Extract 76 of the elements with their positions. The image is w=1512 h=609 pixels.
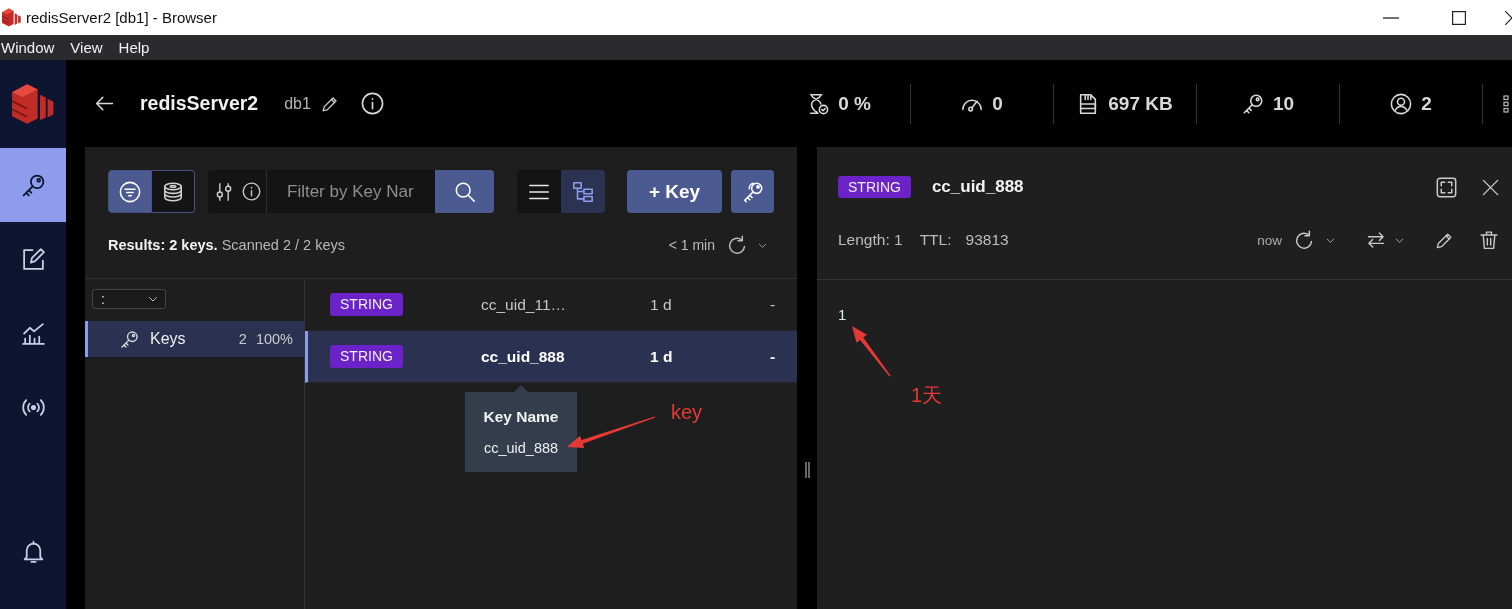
pencil-icon[interactable] <box>1435 230 1454 250</box>
type-badge: STRING <box>838 176 911 198</box>
filter-mode-button[interactable] <box>108 170 152 213</box>
menu-item[interactable]: View <box>70 39 103 56</box>
menu-item[interactable]: Window <box>1 39 55 56</box>
refresh-icon[interactable] <box>727 234 748 256</box>
type-badge: STRING <box>330 345 403 368</box>
stat-value: 10 <box>1272 92 1295 115</box>
logo-icon <box>2 8 21 27</box>
annotation-text: 1天 <box>911 383 943 407</box>
hourglass-icon <box>807 92 830 115</box>
ttl-value: 1 d <box>650 295 672 314</box>
tooltip-title: Key Name <box>483 408 559 426</box>
folder-name: Keys <box>150 330 186 348</box>
resize-handle-icon[interactable] <box>804 462 810 478</box>
close-icon[interactable] <box>1481 177 1500 197</box>
results-summary: Results: 2 keys. Scanned 2 / 2 keys <box>108 237 345 253</box>
annotation-text: key <box>671 400 703 424</box>
folder-row[interactable]: Keys 2 100% <box>85 321 304 357</box>
window-title: redisServer2 [db1] - Browser <box>26 9 217 26</box>
stat-value: 697 KB <box>1108 92 1173 115</box>
last-refresh-time: < 1 min <box>668 237 715 253</box>
bulk-actions-button[interactable] <box>731 170 774 213</box>
close-icon[interactable] <box>1505 10 1512 25</box>
key-share: 100% <box>255 331 293 347</box>
filter-mode-button[interactable] <box>152 170 195 213</box>
size-value: - <box>770 347 776 366</box>
key-icon <box>120 329 139 349</box>
search-field[interactable]: Filter by Key Nar <box>267 170 435 213</box>
ttl-value: 93813 <box>965 231 1009 249</box>
ttl-value: 1 d <box>650 347 673 366</box>
key-icon <box>1241 92 1264 115</box>
database-name: redisServer2 <box>140 92 259 115</box>
info-icon[interactable] <box>360 92 384 115</box>
key-value: 1 <box>838 305 847 325</box>
ttl-label: TTL: <box>919 231 952 249</box>
menu-item[interactable]: Help <box>118 39 150 56</box>
annotation-arrow <box>852 326 891 377</box>
tooltip-value: cc_uid_888 <box>483 440 559 456</box>
delimiter-select[interactable]: : <box>92 289 166 309</box>
filter-icon <box>119 180 141 203</box>
type-badge: STRING <box>330 293 403 316</box>
fullscreen-icon[interactable] <box>1436 176 1457 198</box>
add-key-button[interactable]: + Key <box>627 170 722 213</box>
refresh-time: now <box>1257 232 1282 248</box>
search-icon <box>453 180 476 203</box>
db-index: db1 <box>284 94 311 113</box>
refresh-icon[interactable] <box>1294 229 1315 251</box>
keys-icon <box>741 180 764 203</box>
swap-icon[interactable] <box>1366 230 1386 250</box>
key-name: cc_uid_888 <box>931 177 1024 197</box>
stat-value: 0 <box>992 92 1003 115</box>
tree-icon <box>572 180 594 203</box>
stat-value: 2 <box>1421 92 1432 115</box>
key-name: cc_uid_888 <box>481 347 565 366</box>
key-name: cc_uid_11… <box>481 295 566 314</box>
trash-icon[interactable] <box>1479 230 1499 250</box>
list-view-button[interactable] <box>517 170 561 213</box>
size-value: - <box>770 295 776 314</box>
search-button[interactable] <box>435 170 494 213</box>
edit-icon <box>20 246 46 272</box>
chart-icon <box>20 320 46 346</box>
kebab-icon[interactable] <box>1503 94 1509 113</box>
key-length: Length: 1 <box>838 231 903 249</box>
minimize-icon[interactable] <box>1383 16 1399 19</box>
key-row[interactable]: STRING cc_uid_888 1 d - <box>305 331 797 383</box>
key-count: 2 <box>238 331 247 347</box>
info-icon[interactable] <box>241 182 261 201</box>
tree-view-button[interactable] <box>561 170 605 213</box>
maximize-icon[interactable] <box>1452 10 1466 25</box>
stat-value: 0 % <box>838 92 871 115</box>
logo-icon <box>12 83 54 125</box>
key-icon <box>20 172 46 198</box>
sidebar-item[interactable] <box>0 148 66 222</box>
stack-icon <box>162 180 184 203</box>
user-icon <box>1390 92 1413 115</box>
